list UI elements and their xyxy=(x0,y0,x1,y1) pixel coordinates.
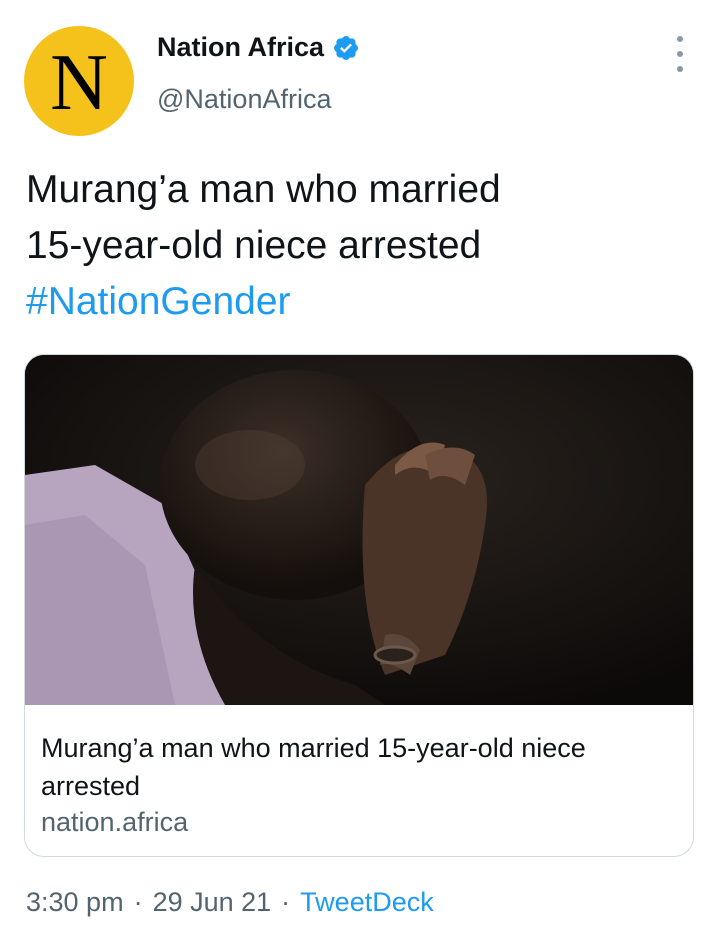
tweet-text: Murang’a man who married 15-year-old nie… xyxy=(26,162,686,330)
author-name-row: Nation Africa xyxy=(157,32,360,63)
more-dot xyxy=(677,36,683,42)
tweet-source-link[interactable]: TweetDeck xyxy=(300,887,434,918)
author-handle[interactable]: @NationAfrica xyxy=(157,84,331,115)
card-title: Murang’a man who married 15-year-old nie… xyxy=(41,733,586,801)
tweet-text-line: 15-year-old niece arrested xyxy=(26,224,482,267)
tweet-meta: 3:30 pm · 29 Jun 21 · TweetDeck xyxy=(26,887,434,918)
display-name[interactable]: Nation Africa xyxy=(157,32,324,63)
tweet-text-line: Murang’a man who married xyxy=(26,168,501,211)
card-domain: nation.africa xyxy=(41,807,189,837)
verified-badge-icon xyxy=(332,34,360,62)
avatar-letter: N xyxy=(50,39,108,127)
meta-separator: · xyxy=(281,887,291,917)
hashtag-link[interactable]: #NationGender xyxy=(26,274,686,330)
tweet-date[interactable]: 29 Jun 21 xyxy=(153,887,272,918)
avatar[interactable]: N xyxy=(24,26,134,136)
tweet-time[interactable]: 3:30 pm xyxy=(26,887,124,918)
more-dot xyxy=(677,66,683,72)
link-card[interactable]: Murang’a man who married 15-year-old nie… xyxy=(24,354,694,857)
meta-separator: · xyxy=(133,887,143,917)
more-dot xyxy=(677,51,683,57)
card-image xyxy=(25,355,693,705)
more-options-icon[interactable] xyxy=(668,36,692,72)
